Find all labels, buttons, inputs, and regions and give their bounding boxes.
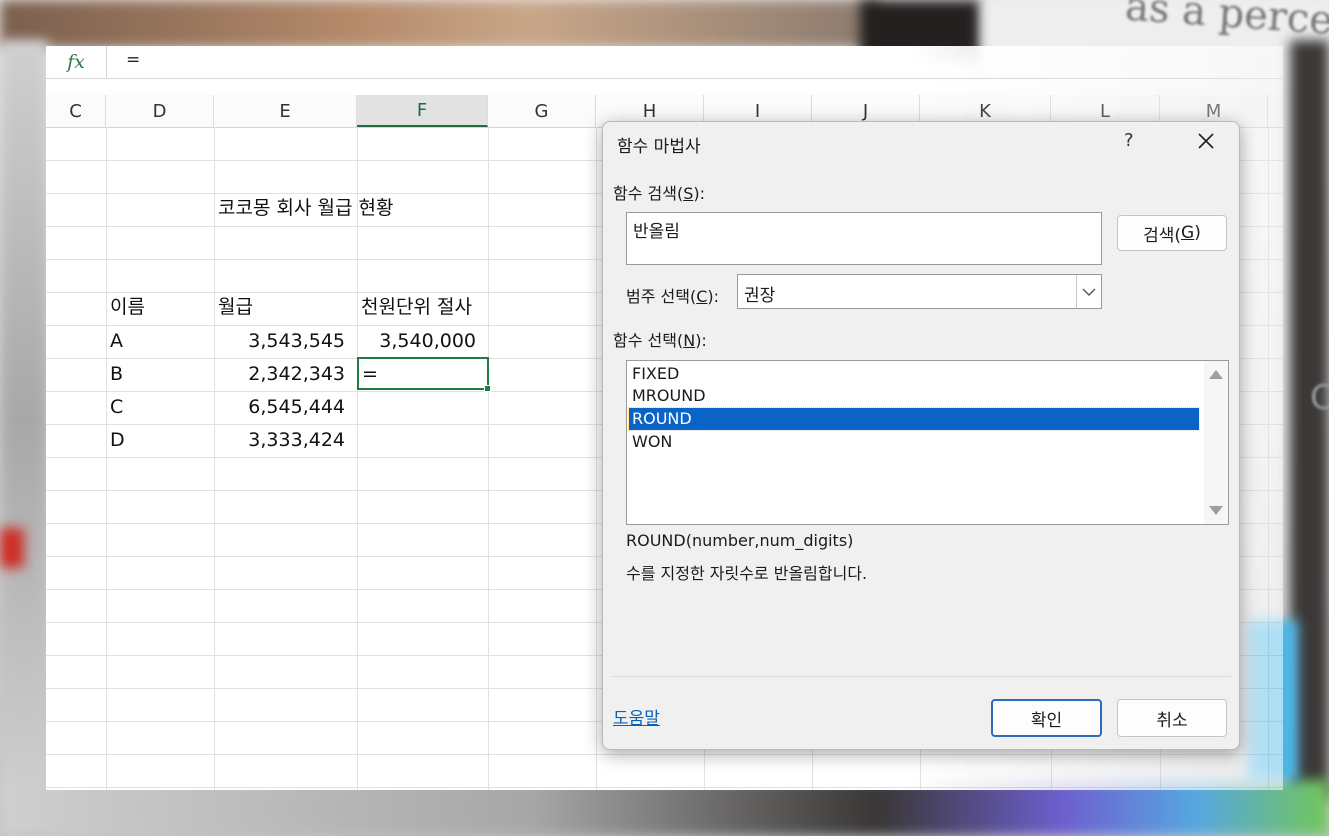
function-item-mround[interactable]: MROUND bbox=[629, 385, 1199, 407]
chevron-down-icon[interactable] bbox=[1076, 275, 1101, 308]
list-scrollbar[interactable] bbox=[1204, 361, 1228, 524]
cell-name-b[interactable]: B bbox=[110, 358, 123, 390]
category-select[interactable]: 권장 bbox=[737, 274, 1102, 309]
function-item-round[interactable]: ROUND bbox=[628, 407, 1200, 431]
category-label: 범주 선택(C): bbox=[626, 287, 720, 306]
column-header-c[interactable]: C bbox=[46, 95, 106, 127]
cell-name-c[interactable]: C bbox=[110, 391, 123, 423]
sheet-title[interactable]: 코코몽 회사 월급 현황 bbox=[218, 192, 393, 224]
help-button[interactable]: ? bbox=[1124, 130, 1134, 151]
formula-input[interactable]: = bbox=[126, 50, 140, 70]
cell-rounded-a[interactable]: 3,540,000 bbox=[358, 325, 476, 357]
column-header-e[interactable]: E bbox=[214, 95, 357, 127]
column-header-d[interactable]: D bbox=[106, 95, 214, 127]
insert-function-icon[interactable]: fx bbox=[46, 46, 107, 78]
function-search-input[interactable]: 반올림 bbox=[626, 212, 1102, 265]
help-link[interactable]: 도움말 bbox=[613, 704, 660, 729]
category-value: 권장 bbox=[744, 286, 776, 306]
cell-salary-b[interactable]: 2,342,343 bbox=[216, 358, 345, 390]
close-icon[interactable] bbox=[1191, 126, 1221, 156]
function-item-won[interactable]: WON bbox=[629, 431, 1199, 453]
active-cell-border bbox=[357, 357, 491, 392]
ok-button[interactable]: 확인 bbox=[991, 699, 1102, 737]
header-salary[interactable]: 월급 bbox=[218, 291, 253, 323]
grid-hline bbox=[46, 787, 1283, 788]
background-blur bbox=[0, 528, 24, 568]
cell-name-d[interactable]: D bbox=[110, 424, 125, 456]
fill-handle[interactable] bbox=[484, 385, 491, 392]
header-name[interactable]: 이름 bbox=[110, 291, 145, 323]
background-letter: C bbox=[1310, 378, 1329, 418]
cell-salary-c[interactable]: 6,545,444 bbox=[216, 391, 345, 423]
search-button[interactable]: 검색(G) bbox=[1117, 215, 1227, 251]
dialog-title: 함수 마법사 bbox=[617, 137, 701, 157]
formula-bar: fx = bbox=[46, 46, 1283, 79]
search-label: 함수 검색(S): bbox=[613, 184, 706, 203]
function-list[interactable]: FIXED MROUND ROUND WON bbox=[626, 360, 1229, 525]
function-wizard-dialog: 함수 마법사 ? 함수 검색(S): 반올림 검색(G) 범주 선택(C): 권… bbox=[602, 121, 1240, 750]
background-blur bbox=[0, 40, 48, 800]
function-signature: ROUND(number,num_digits) bbox=[626, 531, 854, 550]
cell-salary-a[interactable]: 3,543,545 bbox=[216, 325, 345, 357]
scroll-up-icon[interactable] bbox=[1209, 370, 1223, 379]
column-header-f[interactable]: F bbox=[357, 95, 488, 127]
dialog-divider bbox=[611, 676, 1231, 677]
cell-salary-d[interactable]: 3,333,424 bbox=[216, 424, 345, 456]
background-blur bbox=[0, 0, 880, 48]
header-rounded[interactable]: 천원단위 절사 bbox=[361, 291, 472, 323]
cell-name-a[interactable]: A bbox=[110, 325, 123, 357]
function-description: 수를 지정한 자릿수로 반올림합니다. bbox=[626, 564, 868, 583]
function-select-label: 함수 선택(N): bbox=[613, 331, 707, 350]
function-item-fixed[interactable]: FIXED bbox=[629, 363, 1199, 385]
grid-hline bbox=[46, 754, 1283, 755]
column-header-g[interactable]: G bbox=[488, 95, 596, 127]
cancel-button[interactable]: 취소 bbox=[1117, 699, 1227, 737]
scroll-down-icon[interactable] bbox=[1209, 506, 1223, 515]
